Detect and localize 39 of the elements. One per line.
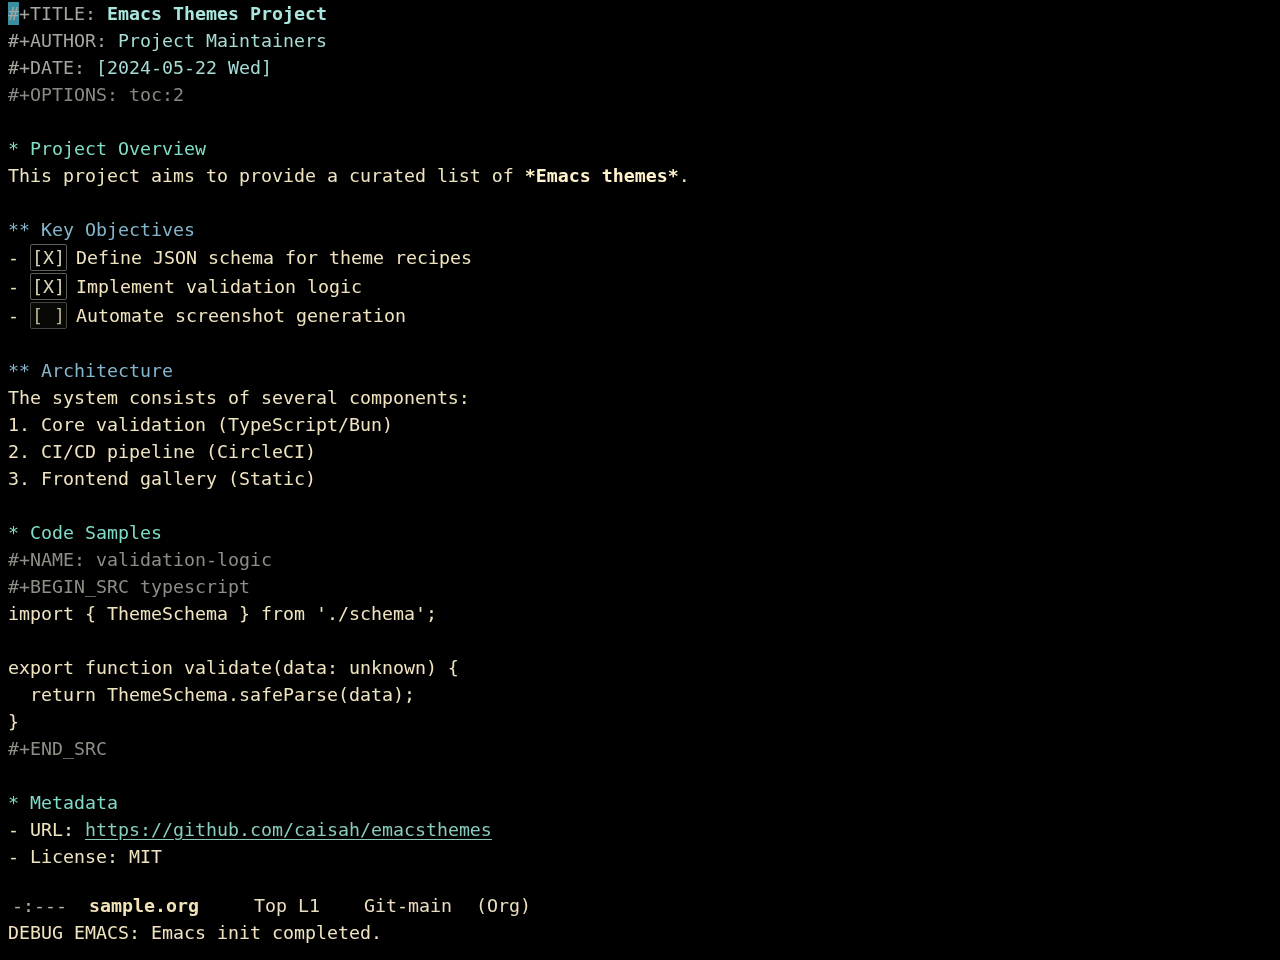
source-code-text: import { ThemeSchema } from './schema'; export function validate(data: unknown) { return ThemeSchema.safeParse(data); } — [8, 602, 460, 734]
task-text: Define JSON schema for theme recipes — [76, 246, 472, 270]
buffer-name: sample.org — [89, 894, 199, 918]
metadata-item: - URL: https://github.com/caisah/emacsthemes — [8, 818, 493, 842]
numbered-item: 1. Core validation (TypeScript/Bun) — [8, 413, 394, 437]
cursor-position: Top L1 — [253, 894, 320, 918]
keyword-label: #+DATE: — [8, 57, 85, 78]
keyword-label: #+OPTIONS: — [8, 84, 118, 105]
keyword-value: Emacs Themes Project — [107, 3, 327, 24]
text-line: - License: MIT — [8, 845, 163, 869]
block-keyword: #+BEGIN_SRC typescript — [8, 575, 251, 599]
branch-name: Git-main — [363, 894, 452, 918]
numbered-item: 2. CI/CD pipeline (CircleCI) — [8, 440, 317, 464]
keyword-value: toc:2 — [128, 84, 184, 105]
status-indicator: -:--- — [12, 894, 67, 918]
list-bullet: - — [8, 246, 19, 270]
text-line: The system consists of several components: — [8, 386, 471, 410]
checkbox[interactable]: [X] — [30, 273, 67, 300]
task-text: Implement validation logic — [76, 275, 362, 299]
echo-message: DEBUG EMACS: Emacs init completed. — [8, 921, 383, 945]
list-bullet: - — [8, 275, 19, 299]
outline-heading: ** Architecture — [8, 359, 174, 383]
checkbox[interactable]: [X] — [30, 244, 67, 271]
list-bullet: - — [8, 304, 19, 328]
paragraph: This project aims to provide a curated list of *Emacs themes*. — [8, 164, 691, 188]
block-keyword: #+NAME: validation-logic — [8, 548, 273, 572]
outline-heading: * Code Samples — [8, 521, 163, 545]
major-mode: (Org) — [475, 894, 531, 918]
keyword-value: Project Maintainers — [118, 30, 327, 51]
keyword-value: [2024-05-22 Wed] — [96, 57, 272, 78]
checkbox[interactable]: [ ] — [30, 302, 67, 329]
numbered-item: 3. Frontend gallery (Static) — [8, 467, 317, 491]
outline-heading: * Project Overview — [8, 137, 207, 161]
url-link[interactable]: https://github.com/caisah/emacsthemes — [85, 819, 492, 840]
outline-heading: ** Key Objectives — [8, 218, 196, 242]
block-keyword: #+END_SRC — [8, 737, 108, 761]
outline-heading: * Metadata — [8, 791, 119, 815]
task-text: Automate screenshot generation — [76, 304, 406, 328]
keyword-label: #+AUTHOR: — [8, 30, 107, 51]
